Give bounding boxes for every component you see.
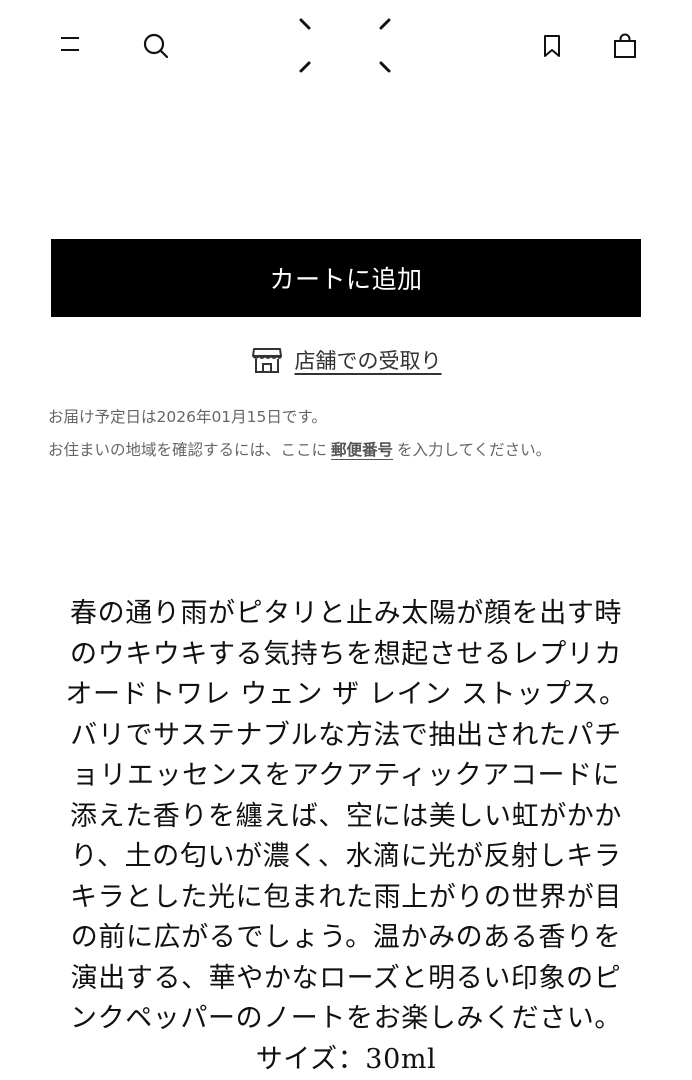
store-pickup-row: 店舗での受取り	[0, 340, 692, 380]
bookmark-icon[interactable]	[540, 33, 564, 59]
delivery-info: お届け予定日は2026年01月15日です。 お住まいの地域を確認するには、ここに…	[48, 401, 648, 467]
shopping-bag-icon[interactable]	[611, 32, 639, 60]
search-icon[interactable]	[141, 31, 171, 61]
postal-prefix-text: お住まいの地域を確認するには、ここに	[48, 441, 328, 459]
postal-instruction: お住まいの地域を確認するには、ここに 郵便番号 を入力してください。	[48, 434, 648, 467]
delivery-date-text: お届け予定日は2026年01月15日です。	[48, 408, 327, 426]
add-to-cart-button[interactable]: カートに追加	[51, 239, 641, 317]
postal-suffix-text: を入力してください。	[397, 441, 552, 459]
postal-code-link[interactable]: 郵便番号	[331, 441, 393, 459]
product-description: 春の通り雨がピタリと止み太陽が顔を出す時のウキウキする気持ちを想起させるレプリカ…	[65, 598, 627, 1075]
top-header	[0, 0, 692, 100]
hamburger-menu-icon[interactable]	[58, 32, 82, 56]
store-pickup-link[interactable]: 店舗での受取り	[295, 345, 442, 375]
brand-logo[interactable]	[296, 16, 396, 76]
store-icon	[251, 348, 282, 373]
